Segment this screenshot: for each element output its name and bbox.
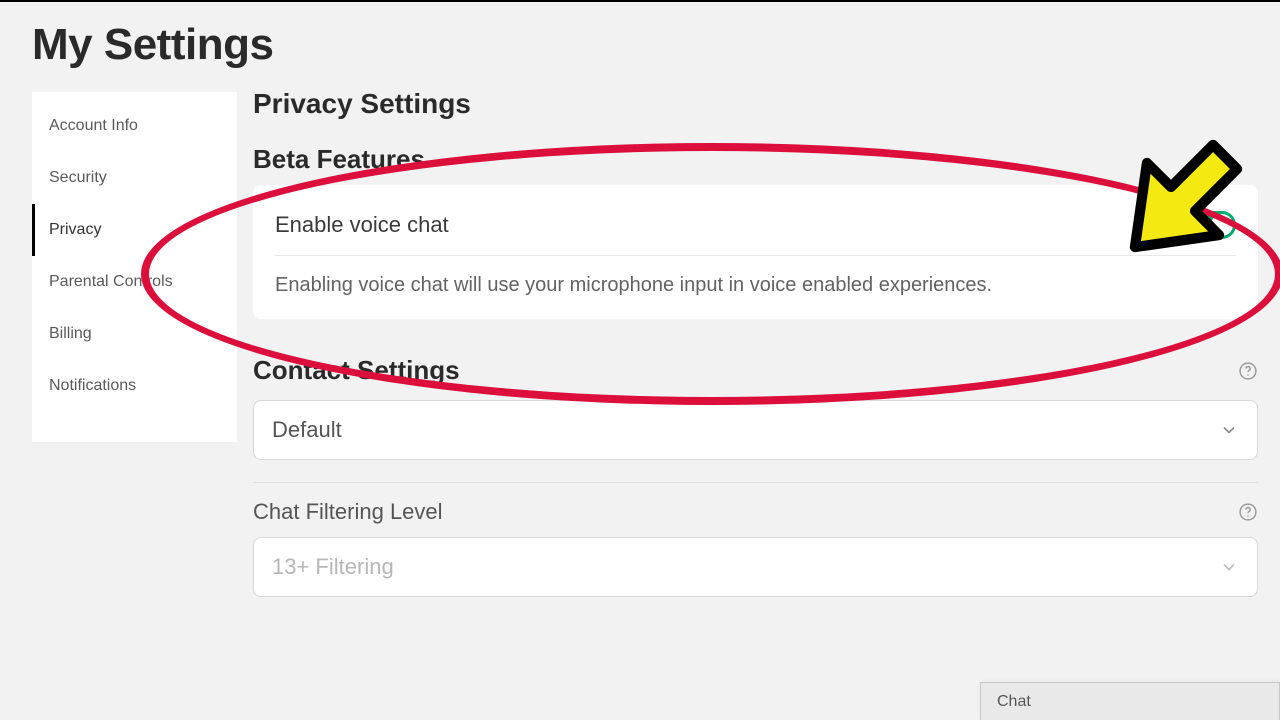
sidebar-item-billing[interactable]: Billing: [32, 308, 237, 360]
sidebar-item-parental-controls[interactable]: Parental Controls: [32, 256, 237, 308]
chat-tab-label: Chat: [997, 693, 1031, 711]
sidebar-item-privacy[interactable]: Privacy: [32, 204, 237, 256]
contact-settings-value: Default: [272, 417, 342, 443]
settings-sidebar: Account Info Security Privacy Parental C…: [32, 92, 237, 442]
voice-chat-toggle-label: Enable voice chat: [275, 212, 449, 238]
chevron-down-icon: [1219, 420, 1239, 440]
page-title: My Settings: [0, 2, 1280, 88]
annotation-arrow-icon: [1092, 120, 1262, 295]
privacy-settings-heading: Privacy Settings: [253, 88, 1258, 120]
sidebar-item-security[interactable]: Security: [32, 152, 237, 204]
chevron-down-icon: [1219, 557, 1239, 577]
sidebar-item-account-info[interactable]: Account Info: [32, 100, 237, 152]
chat-filtering-value: 13+ Filtering: [272, 554, 394, 580]
chat-filtering-select[interactable]: 13+ Filtering: [253, 537, 1258, 597]
contact-settings-select[interactable]: Default: [253, 400, 1258, 460]
divider: [253, 482, 1258, 483]
help-icon[interactable]: [1238, 361, 1258, 381]
chat-filtering-label: Chat Filtering Level: [253, 499, 443, 525]
help-icon[interactable]: [1238, 502, 1258, 522]
settings-main: Privacy Settings Beta Features Enable vo…: [253, 88, 1280, 597]
chat-tab[interactable]: Chat: [980, 682, 1280, 720]
sidebar-item-notifications[interactable]: Notifications: [32, 360, 237, 412]
contact-settings-heading: Contact Settings: [253, 355, 460, 386]
